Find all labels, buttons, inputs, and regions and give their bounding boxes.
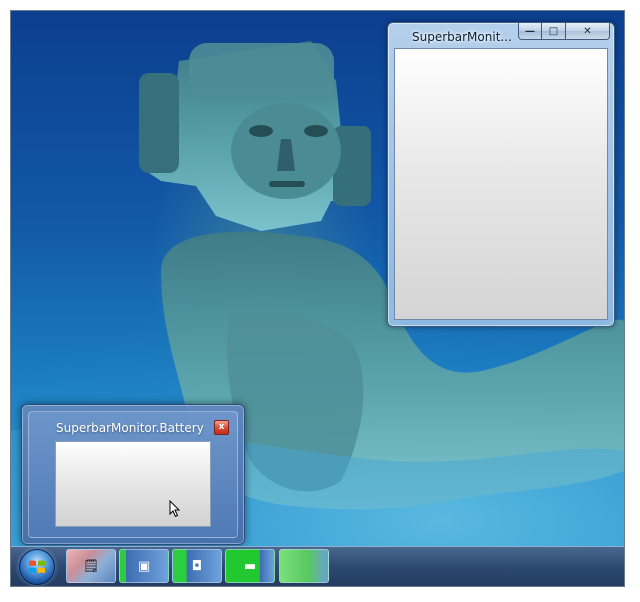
taskbar-button-battery[interactable]: 🗒 (66, 549, 116, 583)
taskbar-thumbnail-preview[interactable]: SuperbarMonitor.Battery x (21, 404, 245, 545)
screen: SuperbarMonit... — □ ✕ SuperbarMonitor.B… (10, 10, 625, 587)
cpu-chip-icon: ▣ (137, 558, 151, 574)
close-icon: ✕ (583, 25, 592, 37)
taskbar-button-network[interactable] (279, 549, 329, 583)
taskbar: 🗒 ▣ ◘ ▬ (11, 546, 624, 586)
minimize-icon: — (525, 25, 535, 37)
maximize-icon: □ (548, 25, 559, 37)
thumbnail-close-button[interactable]: x (214, 420, 229, 435)
window-title: SuperbarMonit... (412, 30, 512, 44)
thumbnail-window-preview[interactable] (55, 441, 211, 527)
memory-stick-icon: ▬ (243, 558, 257, 574)
battery-clipboard-icon: 🗒 (82, 558, 100, 574)
close-button[interactable]: ✕ (566, 23, 610, 40)
window-client-area (394, 48, 608, 320)
windows-logo-icon (29, 560, 45, 573)
maximize-button[interactable]: □ (542, 23, 566, 40)
start-button[interactable] (19, 549, 55, 585)
taskbar-button-cpu[interactable]: ▣ (119, 549, 169, 583)
taskbar-button-disk[interactable]: ◘ (172, 549, 222, 583)
superbar-monitor-window[interactable]: SuperbarMonit... — □ ✕ (387, 22, 615, 327)
minimize-button[interactable]: — (518, 23, 542, 40)
mouse-cursor-icon (169, 500, 181, 518)
close-icon: x (218, 422, 225, 432)
window-controls: — □ ✕ (518, 23, 610, 41)
taskbar-button-memory[interactable]: ▬ (225, 549, 275, 583)
disk-icon: ◘ (191, 558, 203, 574)
thumbnail-title: SuperbarMonitor.Battery (56, 421, 204, 435)
